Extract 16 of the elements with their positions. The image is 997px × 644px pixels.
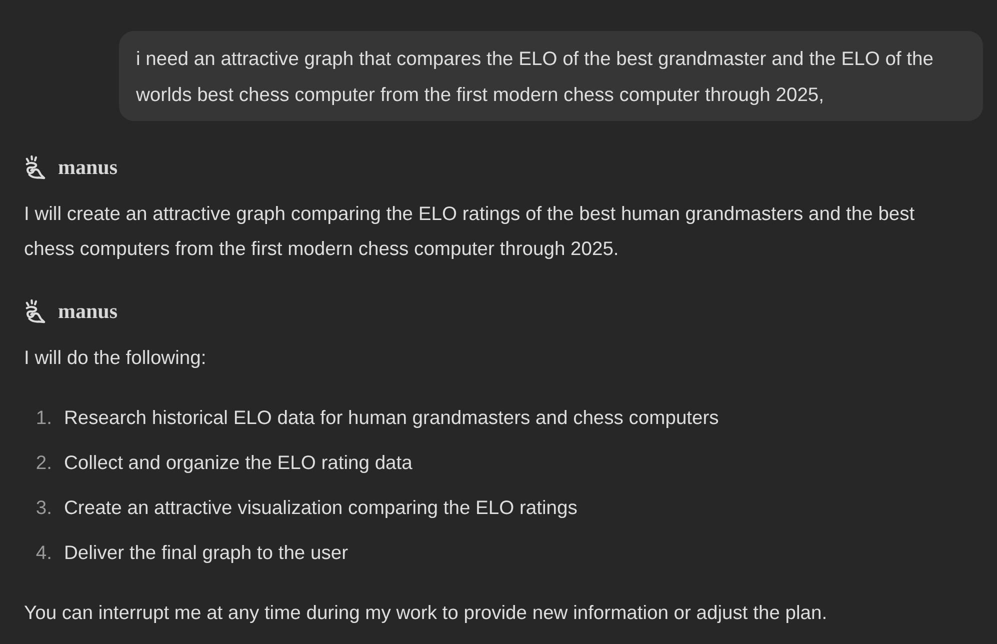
message-text: I will do the following:	[24, 347, 208, 371]
list-number: 1.	[34, 407, 52, 431]
list-item-text: Create an attractive visualization comparing the ELO ratings	[64, 497, 578, 521]
message-text: You can interrupt me at any time during my work to provide new information or adjust the plan.	[24, 602, 828, 626]
logo-icon	[24, 298, 47, 324]
list-item-text: Research historical ELO data for human grandmasters and chess computers	[64, 407, 719, 431]
list-number: 3.	[34, 497, 52, 521]
sender-name: manus	[58, 299, 118, 323]
user-message: i need an attractive graph that compares the ELO of the best grandmaster and the ELO of the worlds best chess computer from the first modern chess computer through 2025,	[119, 31, 983, 121]
list-item-text: Deliver the final graph to the user	[64, 542, 348, 566]
message-text: I will create an attractive graph comparing the ELO ratings of the best human grandmasters and the best chess computers from the first modern chess computer through 2025.	[24, 203, 916, 262]
logo-icon	[24, 154, 47, 180]
sender-name: manus	[58, 155, 118, 179]
list-number: 2.	[34, 452, 52, 476]
list-number: 4.	[34, 542, 52, 566]
list-item-text: Collect and organize the ELO rating data	[64, 452, 412, 476]
